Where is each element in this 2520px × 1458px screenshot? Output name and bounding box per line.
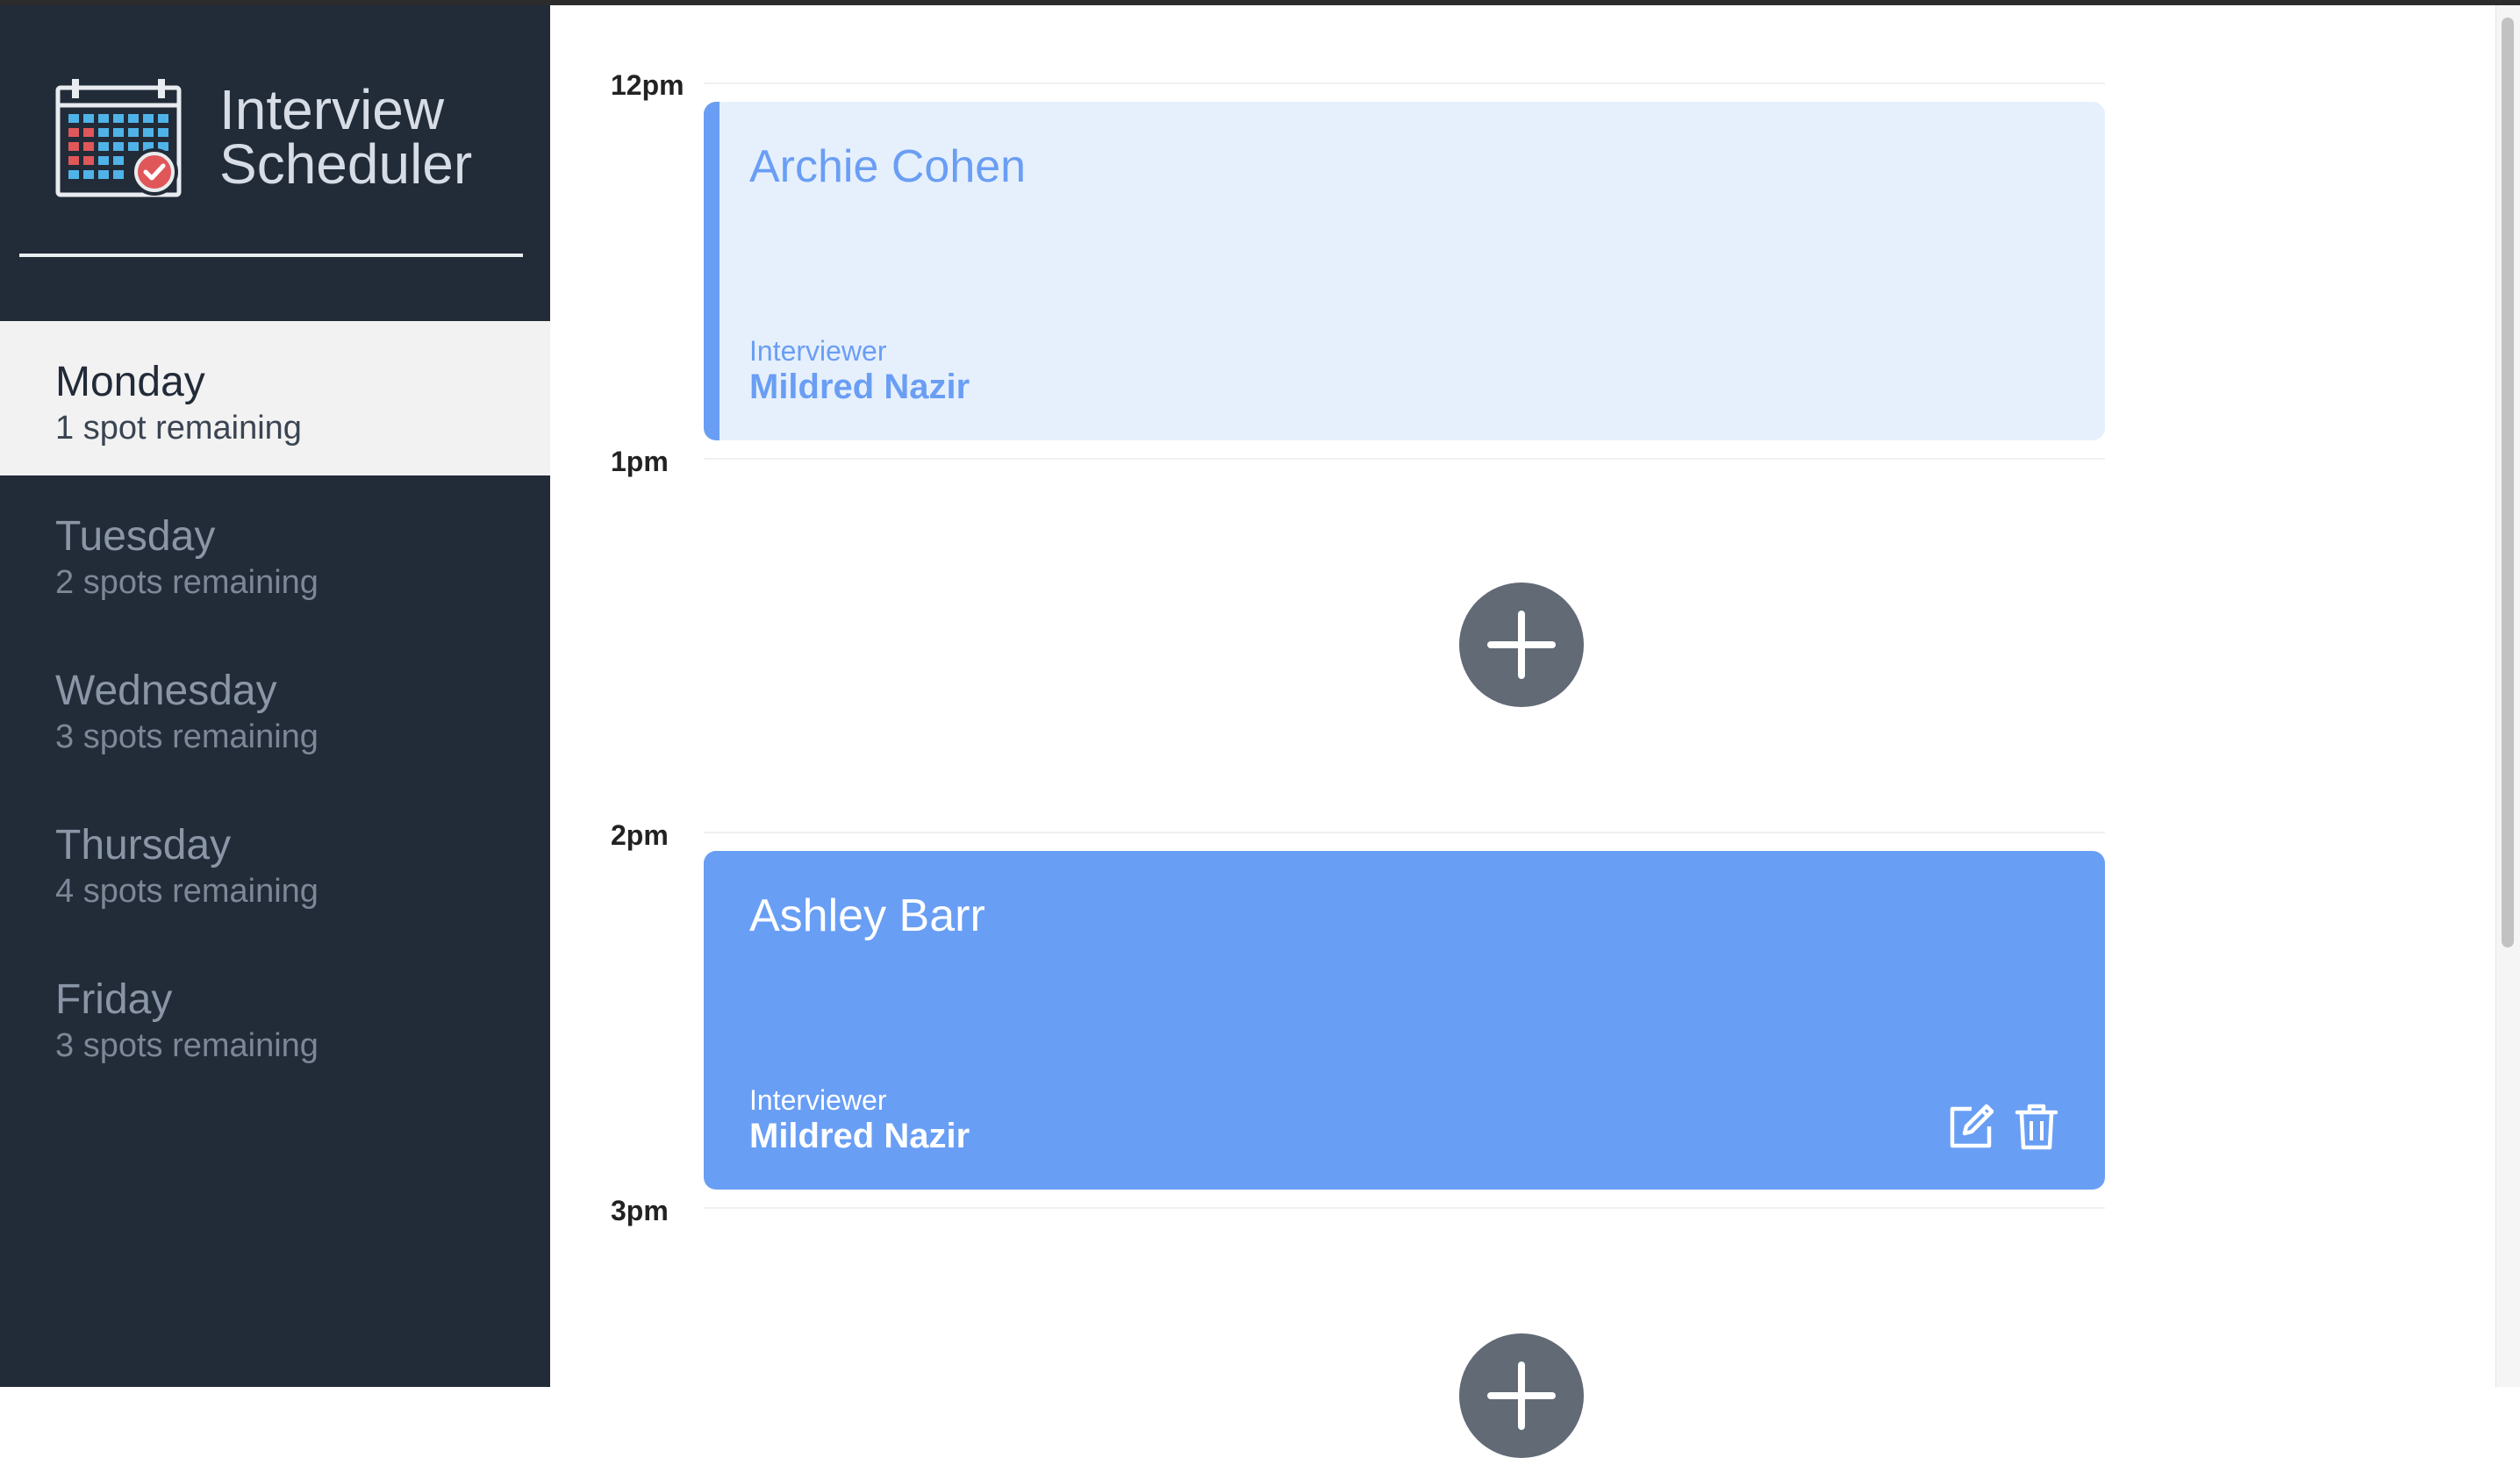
day-list: Monday 1 spot remaining Tuesday 2 spots … (0, 321, 550, 1093)
day-name: Tuesday (55, 513, 216, 560)
day-item-wednesday[interactable]: Wednesday 3 spots remaining (0, 630, 550, 784)
day-item-tuesday[interactable]: Tuesday 2 spots remaining (0, 475, 550, 630)
day-spots: 1 spot remaining (55, 410, 302, 447)
schedule: 12pm Archie Cohen Interviewer Mildred Na… (550, 5, 2495, 1458)
plus-icon (1487, 1362, 1556, 1430)
add-appointment-button[interactable] (1459, 582, 1584, 707)
day-item-monday[interactable]: Monday 1 spot remaining (0, 321, 550, 475)
day-name: Wednesday (55, 668, 277, 714)
scrollbar[interactable] (2495, 5, 2520, 1387)
sidebar-divider (19, 254, 523, 257)
day-name: Thursday (55, 822, 232, 868)
add-appointment-button[interactable] (1459, 1333, 1584, 1458)
interviewer-label: Interviewer (749, 1084, 887, 1116)
day-spots: 3 spots remaining (55, 1027, 319, 1064)
app-title-line2: Scheduler (219, 132, 473, 196)
calendar-check-icon (55, 79, 182, 197)
time-label: 1pm (611, 446, 669, 477)
scrollbar-thumb[interactable] (2502, 18, 2514, 947)
day-spots: 3 spots remaining (55, 718, 319, 755)
day-item-thursday[interactable]: Thursday 4 spots remaining (0, 784, 550, 939)
time-label: 12pm (611, 69, 684, 101)
time-label: 2pm (611, 819, 669, 851)
student-name: Archie Cohen (749, 141, 1027, 192)
day-spots: 4 spots remaining (55, 873, 319, 910)
app-title-line1: Interview (219, 78, 445, 141)
time-label: 3pm (611, 1195, 669, 1226)
hour-divider (704, 832, 2105, 833)
appointment-card[interactable]: Archie Cohen Interviewer Mildred Nazir (704, 102, 2105, 440)
app-title: Interview Scheduler (219, 78, 473, 196)
day-spots: 2 spots remaining (55, 564, 319, 601)
brand: Interview Scheduler (54, 75, 472, 198)
hour-divider (704, 458, 2105, 460)
trash-icon[interactable] (2010, 1100, 2063, 1153)
edit-icon[interactable] (1945, 1100, 1998, 1153)
hour-divider (704, 82, 2105, 84)
hour-divider (704, 1207, 2105, 1209)
day-item-friday[interactable]: Friday 3 spots remaining (0, 939, 550, 1093)
appointment-card[interactable]: Ashley Barr Interviewer Mildred Nazir (704, 851, 2105, 1190)
day-name: Monday (55, 359, 205, 405)
interviewer-name: Mildred Nazir (749, 368, 970, 406)
appointment-actions (1945, 1100, 2063, 1153)
interviewer-name: Mildred Nazir (749, 1117, 970, 1155)
day-name: Friday (55, 976, 173, 1023)
sidebar: Interview Scheduler Monday 1 spot remain… (0, 5, 550, 1387)
student-name: Ashley Barr (749, 890, 985, 941)
interviewer-label: Interviewer (749, 335, 887, 367)
plus-icon (1487, 611, 1556, 679)
